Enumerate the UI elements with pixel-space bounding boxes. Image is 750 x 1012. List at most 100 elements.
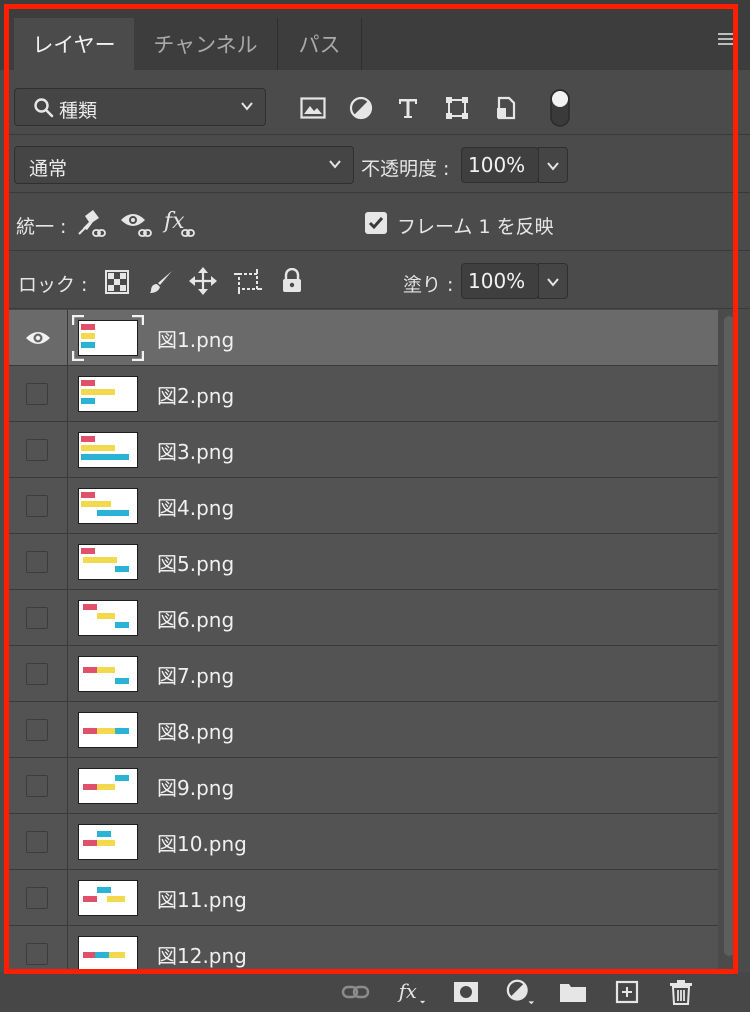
layer-name: 図12.png: [157, 944, 247, 968]
checkmark-icon: [368, 217, 384, 230]
opacity-slider-button[interactable]: [538, 147, 568, 183]
layer-row[interactable]: 図3.png: [8, 422, 718, 478]
layer-visibility-toggle[interactable]: [8, 534, 68, 590]
layer-visibility-toggle[interactable]: [8, 814, 68, 870]
layer-visibility-toggle[interactable]: [8, 422, 68, 478]
layer-thumbnail[interactable]: [78, 768, 138, 804]
layer-name: 図6.png: [157, 608, 235, 632]
propagate-frame-checkbox[interactable]: [365, 212, 387, 234]
layer-thumbnail[interactable]: [78, 488, 138, 524]
filter-toggle-icon[interactable]: [548, 88, 572, 128]
layer-thumbnail[interactable]: [78, 600, 138, 636]
layer-row[interactable]: 図7.png: [8, 646, 718, 702]
panel-menu-icon[interactable]: [718, 33, 738, 47]
layer-row[interactable]: 図4.png: [8, 478, 718, 534]
layer-visibility-toggle[interactable]: [8, 926, 68, 970]
blend-mode-select[interactable]: 通常: [14, 146, 354, 184]
fill-label: 塗り :: [403, 274, 454, 296]
layer-visibility-toggle[interactable]: [8, 702, 68, 758]
layer-visibility-toggle[interactable]: [8, 646, 68, 702]
svg-text:fx: fx: [162, 209, 185, 234]
layer-thumbnail[interactable]: [78, 544, 138, 580]
layer-visibility-toggle[interactable]: [8, 758, 68, 814]
layer-row[interactable]: 図9.png: [8, 758, 718, 814]
layer-visibility-toggle[interactable]: [8, 366, 68, 422]
lock-all-icon[interactable]: [278, 267, 306, 295]
layer-thumbnail[interactable]: [78, 936, 138, 970]
layer-visibility-toggle[interactable]: [8, 870, 68, 926]
eye-icon: [26, 332, 50, 344]
visibility-empty-box: [26, 607, 48, 629]
type-filter-icon[interactable]: [394, 94, 422, 122]
layer-row[interactable]: 図12.png: [8, 926, 718, 970]
divider: [8, 308, 750, 309]
layer-list: 図1.png 図2.png 図3.png 図4.png 図5.png 図6.png 図7.p…: [8, 310, 718, 970]
tab-bar: レイヤー チャンネル パス: [0, 0, 750, 70]
adjustment-filter-icon[interactable]: [347, 94, 375, 122]
unify-position-icon[interactable]: [74, 208, 110, 240]
layer-visibility-toggle[interactable]: [8, 478, 68, 534]
lock-image-icon[interactable]: [147, 268, 175, 296]
tab-layers[interactable]: レイヤー: [14, 18, 134, 70]
search-icon: [34, 98, 54, 118]
layer-thumbnail[interactable]: [78, 320, 138, 356]
layer-thumbnail[interactable]: [78, 376, 138, 412]
layer-visibility-toggle[interactable]: [8, 310, 68, 366]
divider: [8, 192, 750, 193]
opacity-label: 不透明度 :: [361, 158, 450, 180]
visibility-empty-box: [26, 943, 48, 965]
visibility-empty-box: [26, 551, 48, 573]
lock-artboard-icon[interactable]: [234, 267, 262, 295]
link-layers-icon[interactable]: [341, 978, 371, 1006]
panel-footer: fx: [0, 972, 750, 1012]
layer-name: 図5.png: [157, 552, 235, 576]
layer-thumbnail[interactable]: [78, 432, 138, 468]
layer-name: 図1.png: [157, 328, 235, 352]
layer-row[interactable]: 図6.png: [8, 590, 718, 646]
visibility-empty-box: [26, 719, 48, 741]
new-layer-icon[interactable]: [612, 978, 642, 1006]
image-filter-icon[interactable]: [299, 94, 327, 122]
layer-row[interactable]: 図11.png: [8, 870, 718, 926]
layer-row[interactable]: 図10.png: [8, 814, 718, 870]
visibility-empty-box: [26, 663, 48, 685]
unify-visibility-icon[interactable]: [118, 208, 156, 240]
trash-icon[interactable]: [666, 978, 696, 1006]
unify-style-icon[interactable]: fx: [162, 206, 202, 240]
add-mask-icon[interactable]: [451, 978, 481, 1006]
chevron-down-icon: [329, 160, 341, 169]
scrollbar-thumb[interactable]: [724, 316, 734, 956]
visibility-empty-box: [26, 383, 48, 405]
layer-visibility-toggle[interactable]: [8, 590, 68, 646]
layer-thumbnail[interactable]: [78, 824, 138, 860]
layer-row[interactable]: 図8.png: [8, 702, 718, 758]
chevron-down-icon: [241, 102, 253, 111]
lock-transparent-icon[interactable]: [103, 268, 131, 296]
opacity-input[interactable]: 100%: [461, 147, 539, 183]
group-folder-icon[interactable]: [558, 978, 588, 1006]
fill-input[interactable]: 100%: [461, 263, 539, 299]
layer-name: 図2.png: [157, 384, 235, 408]
smart-object-filter-icon[interactable]: [492, 94, 520, 122]
adjustment-layer-icon[interactable]: [506, 978, 536, 1006]
layer-row[interactable]: 図5.png: [8, 534, 718, 590]
layer-thumbnail[interactable]: [78, 880, 138, 916]
divider: [8, 134, 750, 135]
divider: [8, 250, 750, 251]
filter-kind-select[interactable]: 種類: [14, 88, 266, 126]
layer-name: 図7.png: [157, 664, 235, 688]
layer-thumbnail[interactable]: [78, 656, 138, 692]
layer-name: 図8.png: [157, 720, 235, 744]
layer-name: 図9.png: [157, 776, 235, 800]
layer-row[interactable]: 図1.png: [8, 310, 718, 366]
tab-paths[interactable]: パス: [278, 18, 362, 70]
tab-channels[interactable]: チャンネル: [134, 18, 278, 70]
lock-position-icon[interactable]: [189, 267, 217, 295]
layers-panel: レイヤー チャンネル パス 種類 通常 不透明度 : 100% 統一: fx …: [0, 0, 750, 1012]
layer-thumbnail[interactable]: [78, 712, 138, 748]
svg-text:fx: fx: [397, 980, 417, 1003]
layer-style-icon[interactable]: fx: [397, 978, 427, 1006]
shape-filter-icon[interactable]: [443, 94, 471, 122]
fill-slider-button[interactable]: [538, 263, 568, 299]
layer-row[interactable]: 図2.png: [8, 366, 718, 422]
